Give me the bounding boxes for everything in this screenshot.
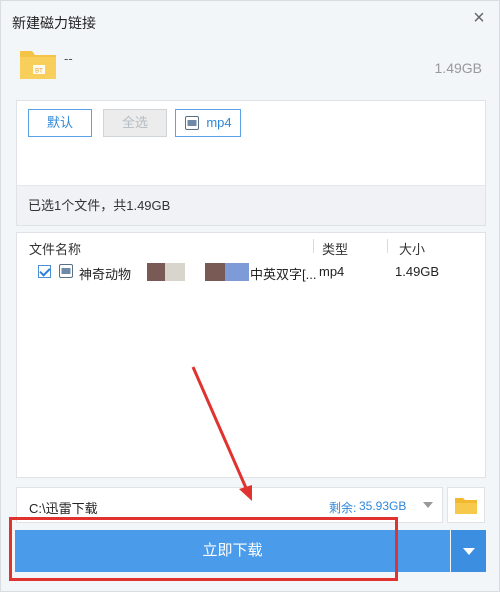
new-magnet-dialog: 新建磁力链接 × BT -- 1.49GB 默认 全选 mp4 已选1个文件，共… bbox=[0, 0, 500, 592]
file-type: mp4 bbox=[319, 264, 345, 279]
download-options-dropdown[interactable] bbox=[451, 530, 486, 572]
browse-folder-button[interactable] bbox=[447, 487, 485, 523]
save-path-select[interactable]: C:\迅雷下载 剩余: 35.93GB bbox=[16, 487, 443, 523]
table-row[interactable]: 神奇动物 中英双字[... mp4 1.49GB bbox=[17, 261, 485, 283]
file-name-end: 中英双字[... bbox=[250, 267, 317, 282]
table-header: 文件名称 类型 大小 bbox=[17, 233, 485, 259]
file-name-start: 神奇动物 bbox=[79, 267, 132, 282]
download-now-button[interactable]: 立即下载 bbox=[15, 530, 450, 572]
file-list-table: 文件名称 类型 大小 神奇动物 中英双字[... mp4 1.49GB bbox=[16, 232, 486, 478]
select-all-button[interactable]: 全选 bbox=[103, 109, 167, 137]
torrent-icon-text: BT bbox=[35, 69, 43, 75]
mp4-filter-label: mp4 bbox=[206, 115, 232, 130]
torrent-name: -- bbox=[64, 51, 73, 66]
torrent-size: 1.49GB bbox=[434, 60, 482, 76]
folder-icon bbox=[455, 498, 477, 514]
free-space-label: 剩余: bbox=[329, 501, 357, 515]
file-checkbox[interactable] bbox=[38, 265, 51, 278]
filter-panel: 默认 全选 mp4 已选1个文件，共1.49GB bbox=[16, 100, 486, 226]
redacted-block bbox=[147, 263, 165, 281]
redacted-block bbox=[165, 263, 185, 281]
video-file-icon bbox=[185, 116, 200, 130]
chevron-down-icon[interactable] bbox=[423, 502, 433, 508]
column-name-header[interactable]: 文件名称 bbox=[29, 239, 81, 258]
dialog-title: 新建磁力链接 bbox=[12, 15, 96, 31]
redacted-block bbox=[225, 263, 249, 281]
video-file-icon bbox=[59, 264, 73, 278]
column-size-header[interactable]: 大小 bbox=[399, 239, 425, 258]
column-divider[interactable] bbox=[387, 239, 388, 253]
selection-summary: 已选1个文件，共1.49GB bbox=[17, 185, 485, 225]
redacted-block bbox=[205, 263, 225, 281]
file-size: 1.49GB bbox=[395, 264, 440, 279]
free-space-value: 35.93GB bbox=[359, 499, 407, 513]
column-divider[interactable] bbox=[313, 239, 314, 253]
close-button[interactable]: × bbox=[468, 7, 490, 29]
default-filter-button[interactable]: 默认 bbox=[28, 109, 92, 137]
mp4-filter-button[interactable]: mp4 bbox=[175, 109, 241, 137]
folder-torrent-icon: BT bbox=[20, 51, 56, 79]
save-path-text: C:\迅雷下载 bbox=[29, 501, 98, 516]
column-type-header[interactable]: 类型 bbox=[322, 239, 348, 258]
